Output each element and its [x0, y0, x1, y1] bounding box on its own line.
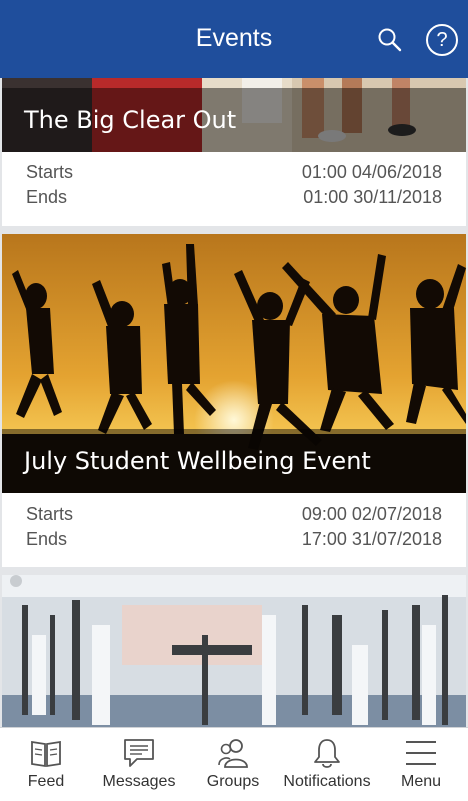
event-card[interactable]: July Student Wellbeing Event Starts 09:0… [2, 234, 466, 567]
event-title-overlay: July Student Wellbeing Event [2, 429, 466, 493]
tab-label: Groups [206, 773, 260, 790]
tab-menu[interactable]: Menu [374, 728, 468, 801]
event-card[interactable]: The Big Clear Out Starts 01:00 04/06/201… [2, 78, 466, 226]
people-icon [218, 739, 248, 768]
search-icon[interactable] [376, 26, 404, 54]
bottom-tab-bar: Feed Messages Groups Notifications Menu [0, 727, 468, 801]
tab-feed[interactable]: Feed [0, 728, 92, 801]
starts-value: 09:00 02/07/2018 [301, 504, 442, 524]
starts-value: 01:00 04/06/2018 [301, 162, 442, 182]
event-image [2, 575, 466, 727]
app-header: Events ? [0, 0, 468, 78]
ends-label: Ends [26, 187, 68, 207]
tab-label: Messages [102, 773, 176, 790]
events-list[interactable]: The Big Clear Out Starts 01:00 04/06/201… [0, 78, 468, 727]
ends-value: 17:00 31/07/2018 [301, 529, 442, 549]
tab-label: Feed [27, 773, 65, 790]
chat-icon [124, 739, 154, 767]
event-title-overlay: The Big Clear Out [2, 88, 466, 152]
tab-messages[interactable]: Messages [92, 728, 186, 801]
ends-value: 01:00 30/11/2018 [303, 187, 442, 207]
starts-label: Starts [26, 162, 74, 182]
event-title: July Student Wellbeing Event [24, 447, 371, 475]
help-icon[interactable]: ? [426, 24, 458, 56]
tab-label: Notifications [283, 773, 371, 790]
event-title: The Big Clear Out [24, 106, 237, 134]
tab-notifications[interactable]: Notifications [280, 728, 374, 801]
bell-icon [314, 739, 340, 768]
hamburger-icon [406, 741, 436, 765]
tab-label: Menu [400, 773, 442, 790]
starts-label: Starts [26, 504, 74, 524]
ends-label: Ends [26, 529, 68, 549]
event-card[interactable] [2, 575, 466, 727]
book-icon [31, 740, 61, 768]
tab-groups[interactable]: Groups [186, 728, 280, 801]
